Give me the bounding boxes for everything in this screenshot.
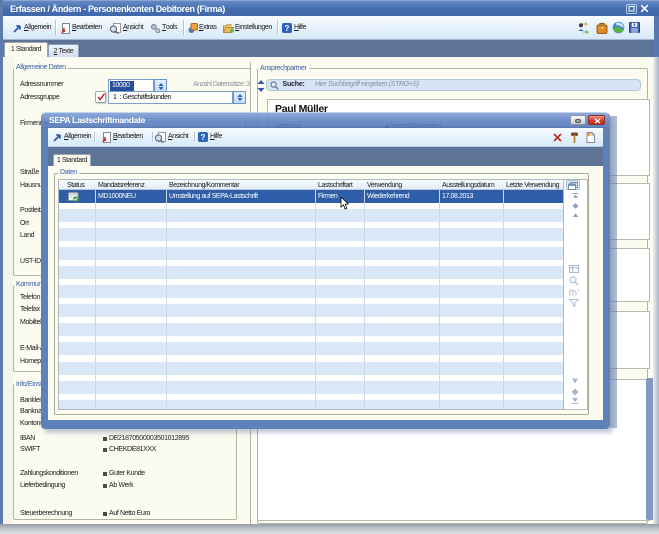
svg-text:?: ? xyxy=(285,24,290,33)
svg-text:?: ? xyxy=(201,133,206,142)
